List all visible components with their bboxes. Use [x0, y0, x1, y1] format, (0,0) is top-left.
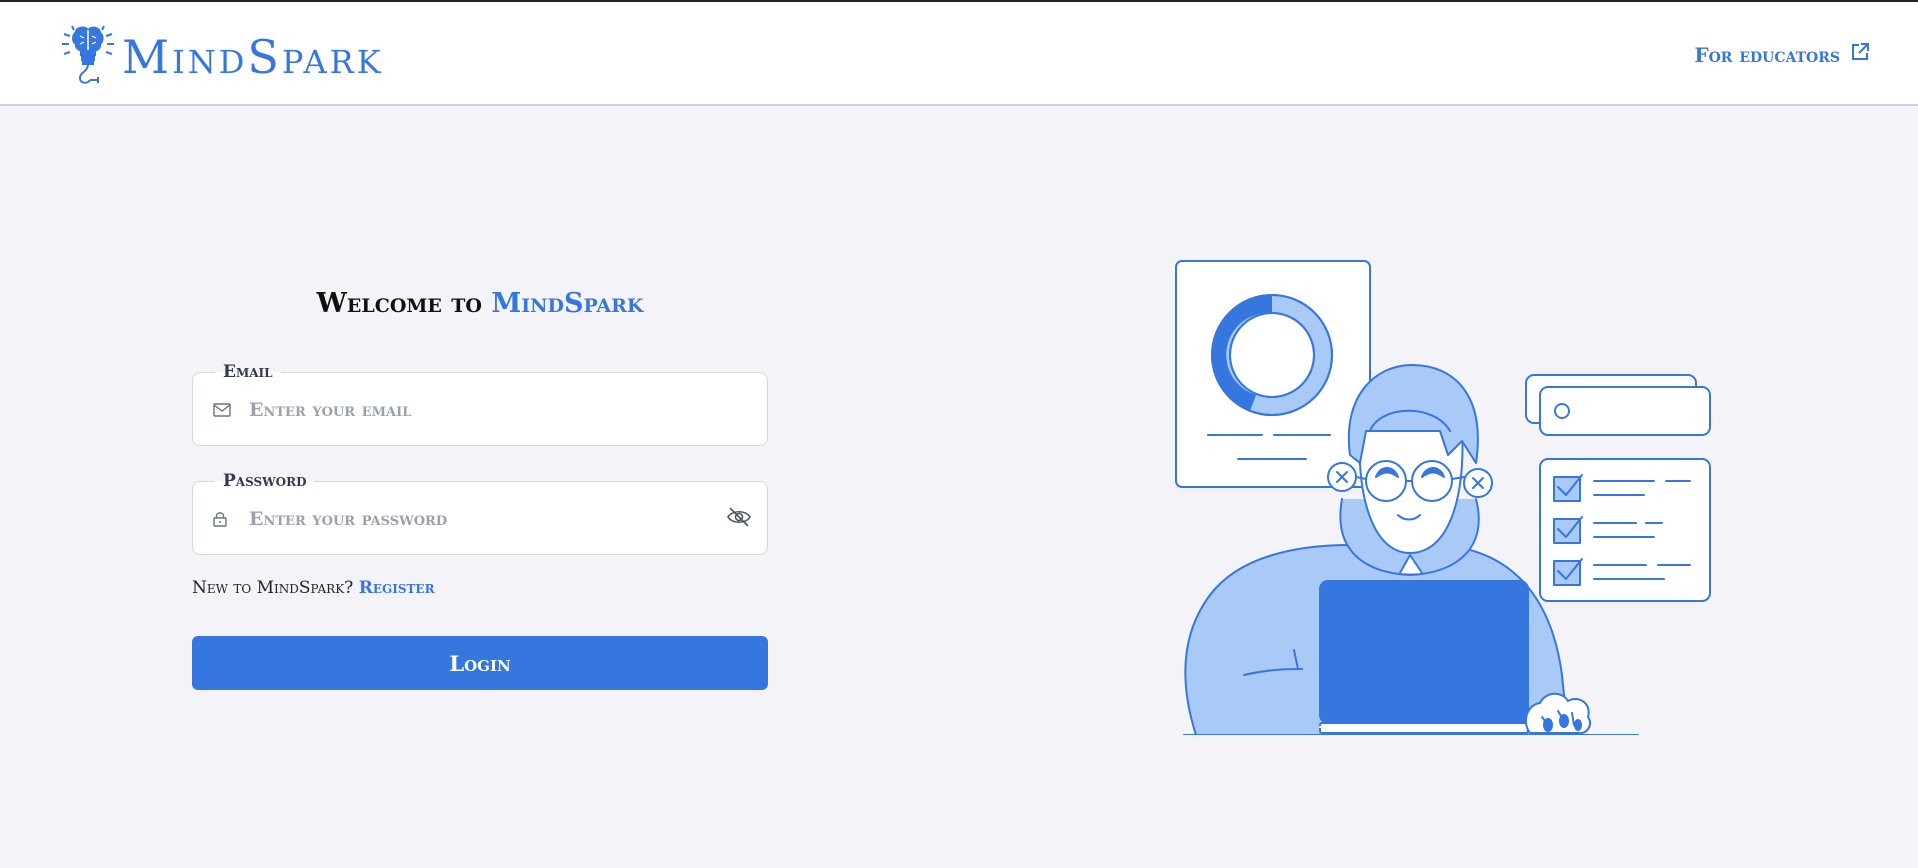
- login-button[interactable]: Login: [192, 636, 768, 690]
- password-field[interactable]: Password: [192, 471, 768, 555]
- brand-name: MindSpark: [122, 30, 384, 84]
- email-field[interactable]: Email: [192, 362, 768, 446]
- email-label: Email: [215, 362, 281, 382]
- password-input[interactable]: [249, 502, 689, 536]
- welcome-prefix: Welcome to: [316, 288, 492, 319]
- welcome-brand: MindSpark: [491, 288, 644, 319]
- welcome-heading: Welcome to MindSpark: [192, 288, 768, 319]
- email-input[interactable]: [249, 393, 689, 427]
- register-line: New to MindSpark? Register: [192, 578, 435, 598]
- register-prompt: New to MindSpark?: [192, 578, 354, 598]
- login-page: Welcome to MindSpark Email Password: [0, 108, 1918, 868]
- register-link[interactable]: Register: [359, 578, 435, 598]
- lock-icon: [213, 511, 227, 531]
- top-header: MindSpark For educators: [0, 2, 1918, 106]
- logo-link[interactable]: MindSpark: [60, 24, 384, 90]
- eye-off-icon[interactable]: [727, 507, 751, 531]
- for-educators-link[interactable]: For educators: [1694, 42, 1870, 67]
- external-link-icon: [1840, 42, 1870, 67]
- password-label: Password: [215, 471, 315, 491]
- for-educators-label: For educators: [1694, 42, 1840, 67]
- lightbulb-brain-icon: [60, 24, 118, 90]
- mail-icon: [213, 402, 231, 421]
- student-laptop-illustration: [1170, 255, 1730, 736]
